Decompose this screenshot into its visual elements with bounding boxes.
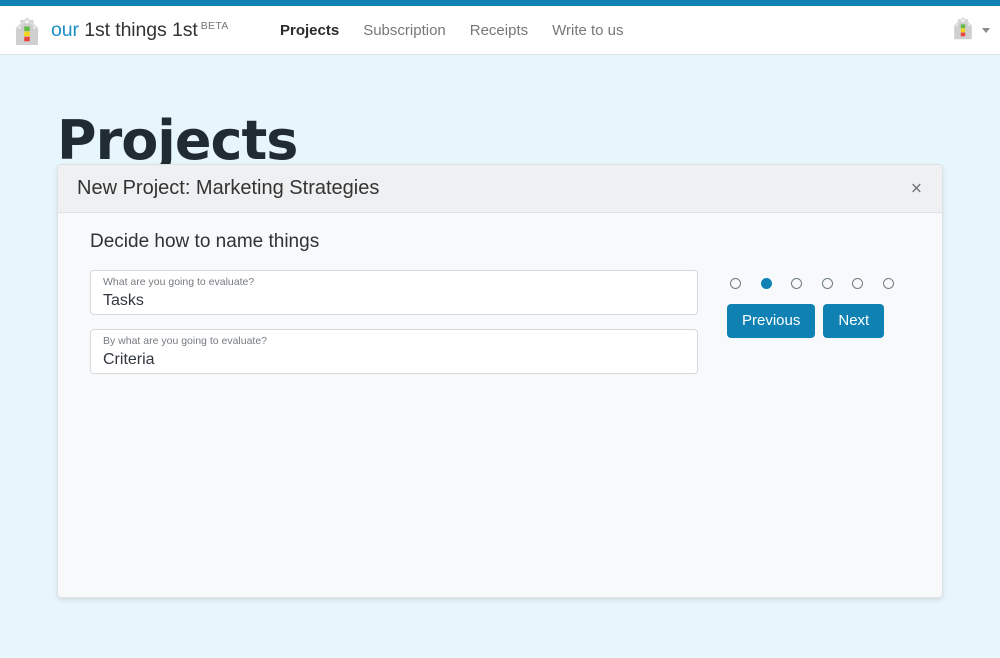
page-title: Projects xyxy=(57,109,298,173)
panel-title: New Project: Marketing Strategies xyxy=(77,177,380,199)
step-heading: Decide how to name things xyxy=(90,231,320,252)
step-dot-2[interactable] xyxy=(760,277,772,289)
field-label-by-what-to-evaluate: By what are you going to evaluate? xyxy=(103,335,268,347)
step-dot-3[interactable] xyxy=(791,277,802,289)
form-column: Decide how to name things What are you g… xyxy=(90,231,698,388)
wizard-buttons: Previous Next xyxy=(727,304,917,338)
brand-logo-link[interactable]: our 1st things 1st BETA xyxy=(12,6,229,55)
brand-name: 1st things 1st xyxy=(84,19,198,41)
field-by-what-to-evaluate[interactable]: By what are you going to evaluate? xyxy=(90,329,698,374)
brand-highlight: our xyxy=(51,19,79,41)
brand-text: our 1st things 1st BETA xyxy=(51,19,229,42)
main-navigation: Projects Subscription Receipts Write to … xyxy=(268,6,636,55)
step-dot-5[interactable] xyxy=(852,277,863,289)
input-by-what-to-evaluate[interactable] xyxy=(103,349,685,370)
previous-button[interactable]: Previous xyxy=(727,304,816,338)
navbar: our 1st things 1st BETA Projects Subscrip… xyxy=(0,6,1000,55)
close-icon[interactable]: × xyxy=(905,176,928,201)
nav-item-projects[interactable]: Projects xyxy=(268,22,351,39)
panel-header: New Project: Marketing Strategies × xyxy=(58,165,942,213)
nav-item-receipts[interactable]: Receipts xyxy=(458,22,540,39)
step-dot-1[interactable] xyxy=(730,277,741,289)
next-button[interactable]: Next xyxy=(823,304,885,338)
step-dot-6[interactable] xyxy=(882,277,894,289)
step-dot-4[interactable] xyxy=(821,277,833,289)
user-menu-button[interactable] xyxy=(951,6,990,55)
house-avatar-icon xyxy=(951,15,975,46)
new-project-panel: New Project: Marketing Strategies × Deci… xyxy=(57,164,943,598)
house-logo-icon xyxy=(12,15,42,47)
chevron-down-icon xyxy=(982,28,990,33)
input-what-to-evaluate[interactable] xyxy=(103,290,685,311)
controls-column: Previous Next xyxy=(727,275,917,338)
nav-item-subscription[interactable]: Subscription xyxy=(351,22,458,39)
step-indicator xyxy=(727,275,917,291)
nav-item-write-to-us[interactable]: Write to us xyxy=(540,22,635,39)
beta-badge: BETA xyxy=(200,19,229,32)
field-label-what-to-evaluate: What are you going to evaluate? xyxy=(103,276,255,288)
panel-body: Decide how to name things What are you g… xyxy=(58,213,942,597)
field-what-to-evaluate[interactable]: What are you going to evaluate? xyxy=(90,270,698,315)
